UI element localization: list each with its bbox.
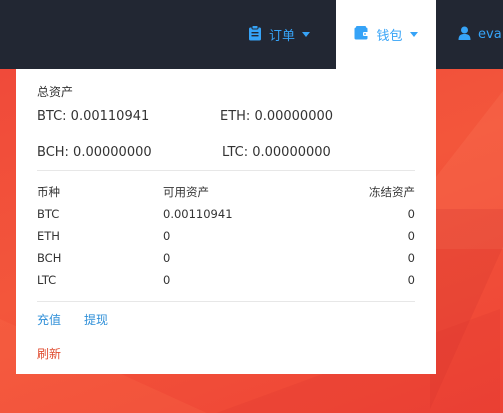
table-header-frozen: 冻结资产 xyxy=(369,185,415,199)
nav-orders-label: 订单 xyxy=(269,29,296,44)
caret-down-icon xyxy=(409,32,418,37)
total-assets-title: 总资产 xyxy=(37,85,74,99)
nav-wallet-menu[interactable]: 钱包 xyxy=(336,0,436,69)
table-header-available: 可用资产 xyxy=(163,185,209,199)
table-cell-available: 0 xyxy=(163,229,171,243)
refresh-link[interactable]: 刷新 xyxy=(37,345,61,362)
table-header-currency: 币种 xyxy=(37,185,60,199)
table-cell-frozen: 0 xyxy=(407,273,415,287)
top-navbar: 订单 钱包 eva xyxy=(0,0,503,69)
table-cell-frozen: 0 xyxy=(407,207,415,221)
divider xyxy=(37,170,415,171)
balance-bch: BCH: 0.00000000 xyxy=(37,145,152,160)
table-cell-currency: BTC xyxy=(37,207,60,221)
nav-user-menu[interactable]: eva xyxy=(458,0,502,69)
balance-ltc: LTC: 0.00000000 xyxy=(222,145,331,160)
table-cell-frozen: 0 xyxy=(407,251,415,265)
nav-orders-menu[interactable]: 订单 xyxy=(248,0,311,69)
table-cell-available: 0.00110941 xyxy=(163,207,233,221)
nav-user-name: eva xyxy=(478,27,502,42)
nav-wallet-label: 钱包 xyxy=(376,29,403,44)
deposit-link[interactable]: 充值 xyxy=(37,311,61,328)
wallet-icon xyxy=(354,25,369,44)
table-cell-frozen: 0 xyxy=(407,229,415,243)
table-cell-currency: LTC xyxy=(37,273,57,287)
clipboard-icon xyxy=(248,24,262,45)
table-cell-available: 0 xyxy=(163,251,171,265)
divider xyxy=(37,301,415,302)
wallet-dropdown-panel: 总资产 BTC: 0.00110941 ETH: 0.00000000 BCH:… xyxy=(16,69,436,374)
caret-down-icon xyxy=(302,32,311,37)
table-cell-currency: ETH xyxy=(37,229,60,243)
balance-eth: ETH: 0.00000000 xyxy=(220,109,334,124)
withdraw-link[interactable]: 提现 xyxy=(84,311,108,328)
balance-btc: BTC: 0.00110941 xyxy=(37,109,150,124)
user-icon xyxy=(458,26,471,44)
table-cell-currency: BCH xyxy=(37,251,62,265)
table-cell-available: 0 xyxy=(163,273,171,287)
